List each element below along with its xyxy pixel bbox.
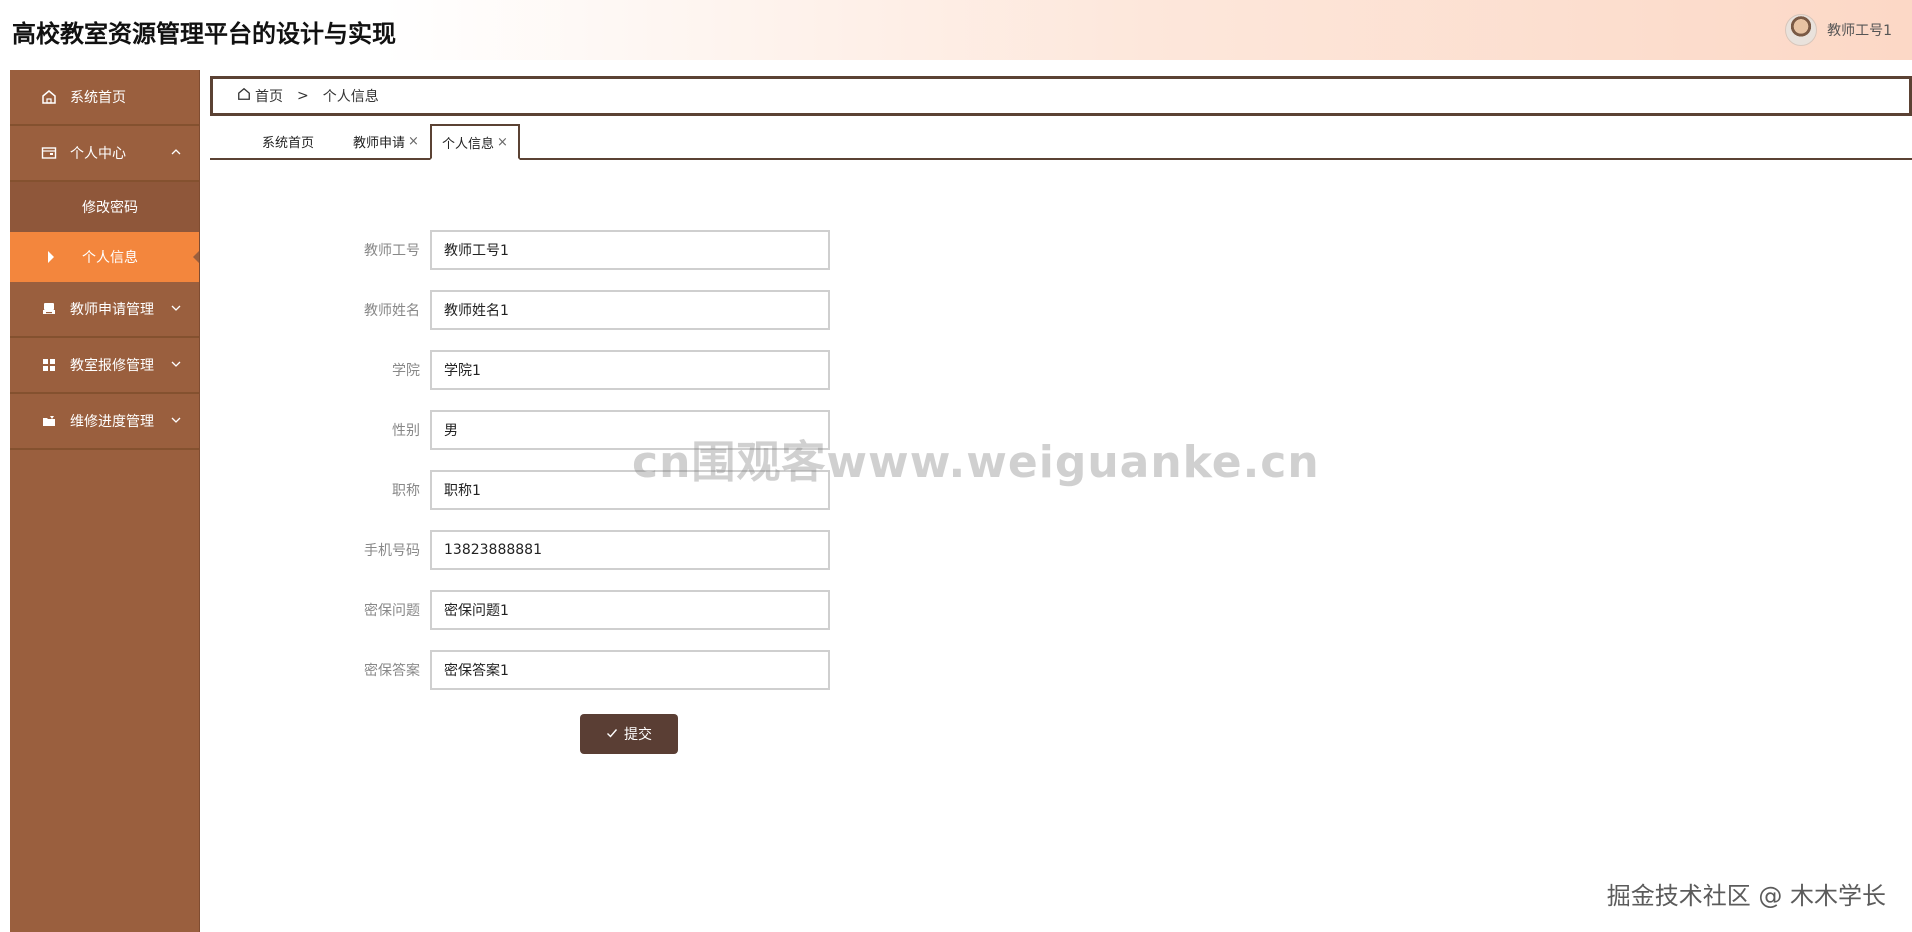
chevron-up-icon xyxy=(171,146,181,160)
gender-field[interactable] xyxy=(430,410,830,450)
security-question-field[interactable] xyxy=(430,590,830,630)
field-label: 教师姓名 xyxy=(364,303,420,319)
wallet-icon xyxy=(40,144,58,162)
security-answer-field[interactable] xyxy=(430,650,830,690)
top-header: 高校教室资源管理平台的设计与实现 教师工号1 xyxy=(0,0,1912,60)
home-icon[interactable] xyxy=(237,87,251,105)
close-icon[interactable]: × xyxy=(497,135,508,150)
folder-icon xyxy=(40,412,58,430)
sidebar-subitem-label: 个人信息 xyxy=(82,250,138,266)
breadcrumb-separator: > xyxy=(297,88,309,104)
job-title-field[interactable] xyxy=(430,470,830,510)
sidebar-subitem-label: 修改密码 xyxy=(82,200,138,216)
sidebar-item-label: 维修进度管理 xyxy=(70,414,154,430)
teacher-name-field[interactable] xyxy=(430,290,830,330)
sidebar-item-repair-report[interactable]: 教室报修管理 xyxy=(10,338,199,394)
field-label: 教师工号 xyxy=(364,243,420,259)
home-icon xyxy=(40,88,58,106)
tab-label: 系统首页 xyxy=(262,135,315,151)
breadcrumb: 首页 > 个人信息 xyxy=(210,76,1912,116)
field-label: 手机号码 xyxy=(364,543,420,559)
field-label: 密保答案 xyxy=(364,663,420,679)
college-field[interactable] xyxy=(430,350,830,390)
user-name[interactable]: 教师工号1 xyxy=(1827,20,1892,40)
check-icon xyxy=(606,726,618,742)
form-row-teacher-id: 教师工号 xyxy=(330,230,830,270)
sidebar-item-label: 个人中心 xyxy=(70,146,126,162)
sidebar-item-label: 教室报修管理 xyxy=(70,358,154,374)
active-indicator xyxy=(193,251,199,263)
tab-profile[interactable]: 个人信息 × xyxy=(430,124,520,160)
sidebar-item-label: 教师申请管理 xyxy=(70,302,154,318)
sidebar-subitem-change-password[interactable]: 修改密码 xyxy=(10,182,199,232)
sidebar-item-repair-progress[interactable]: 维修进度管理 xyxy=(10,394,199,450)
field-label: 密保问题 xyxy=(364,603,420,619)
form-row-phone: 手机号码 xyxy=(330,530,830,570)
tab-teacher-application[interactable]: 教师申请 × xyxy=(343,124,429,158)
submit-button[interactable]: 提交 xyxy=(580,714,678,754)
sidebar-item-home[interactable]: 系统首页 xyxy=(10,70,199,126)
grid-icon xyxy=(40,356,58,374)
teacher-id-field[interactable] xyxy=(430,230,830,270)
chevron-down-icon xyxy=(171,302,181,316)
chevron-down-icon xyxy=(171,358,181,372)
printer-icon xyxy=(40,300,58,318)
form-row-title: 职称 xyxy=(330,470,830,510)
tab-label: 个人信息 xyxy=(442,136,495,152)
sidebar-item-label: 系统首页 xyxy=(70,90,126,106)
sidebar-item-teacher-application[interactable]: 教师申请管理 xyxy=(10,282,199,338)
breadcrumb-current: 个人信息 xyxy=(322,89,379,105)
form-row-security-question: 密保问题 xyxy=(330,590,830,630)
form-row-college: 学院 xyxy=(330,350,830,390)
tab-system-home[interactable]: 系统首页 xyxy=(252,124,324,158)
app-title: 高校教室资源管理平台的设计与实现 xyxy=(12,20,396,48)
chevron-down-icon xyxy=(171,414,181,428)
field-label: 性别 xyxy=(392,423,420,439)
field-label: 学院 xyxy=(392,363,420,379)
phone-field[interactable] xyxy=(430,530,830,570)
tab-label: 教师申请 xyxy=(353,135,406,151)
footer-watermark: 掘金技术社区 @ 木木学长 xyxy=(1606,882,1886,910)
caret-right-icon xyxy=(48,251,54,263)
submit-label: 提交 xyxy=(624,726,652,742)
tab-bar: 系统首页 教师申请 × 个人信息 × xyxy=(210,124,1912,160)
breadcrumb-home[interactable]: 首页 xyxy=(255,86,283,106)
user-menu[interactable]: 教师工号1 xyxy=(1785,14,1892,46)
avatar[interactable] xyxy=(1785,14,1818,46)
field-label: 职称 xyxy=(392,483,420,499)
sidebar-subitem-profile[interactable]: 个人信息 xyxy=(10,232,199,282)
close-icon[interactable]: × xyxy=(408,134,419,149)
sidebar: 系统首页 个人中心 修改密码 个人信息 教师申请管理 教室报修管理 维修进度管理 xyxy=(10,70,200,932)
form-row-gender: 性别 xyxy=(330,410,830,450)
sidebar-item-personal-center[interactable]: 个人中心 xyxy=(10,126,199,182)
form-row-security-answer: 密保答案 xyxy=(330,650,830,690)
form-row-teacher-name: 教师姓名 xyxy=(330,290,830,330)
